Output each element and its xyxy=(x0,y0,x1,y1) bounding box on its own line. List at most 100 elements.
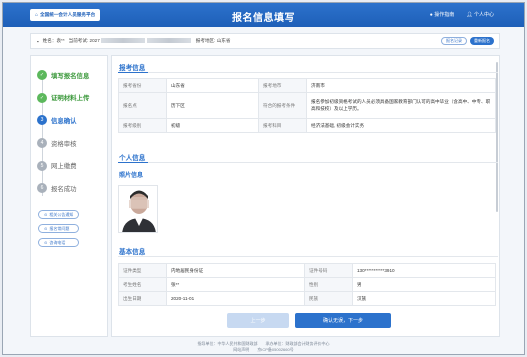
cell-value: 报名参加初级资格考试的人员必须具备国家教育部门认可的高中毕业（含高中、中专、职高… xyxy=(306,92,496,119)
step-number: 4 xyxy=(37,138,47,149)
cell-value: 内地居民身份证 xyxy=(166,263,305,278)
check-icon: ✓ xyxy=(37,70,47,81)
link-icon: ⊙ xyxy=(44,212,48,217)
cell-value: 经济法基础, 初级会计实务 xyxy=(306,118,496,133)
person-icon xyxy=(119,186,157,232)
cell-key: 符合的报考条件 xyxy=(258,92,307,119)
link-icon: ⊙ xyxy=(44,226,48,231)
notice-link[interactable]: ⊙ 相关公告通知 xyxy=(38,210,80,219)
user-icon: 👤︎ xyxy=(466,12,473,18)
phone-link[interactable]: ⊙ 咨询电话 xyxy=(38,238,80,247)
table-row: 报名点 历下区 符合的报考条件 报名参加初级资格考试的人员必须具备国家教育部门认… xyxy=(118,92,496,119)
cell-value: 历下区 xyxy=(166,92,259,119)
cell-key: 性别 xyxy=(304,277,353,292)
footer-line: 网站声明 京ICP备05002660号 xyxy=(233,347,294,352)
divider xyxy=(118,256,498,257)
reselect-button[interactable]: 重新报名 xyxy=(470,37,494,45)
notice-label: 相关公告通知 xyxy=(49,211,74,217)
cell-key: 报考省份 xyxy=(118,78,167,93)
table-row: 证件类型 内地居民身份证 证件号码 130***********3910 xyxy=(118,263,496,278)
check-icon: ✓ xyxy=(37,92,47,103)
cell-key: 报考科目 xyxy=(258,118,307,133)
step-confirm[interactable]: 3 信息确认 xyxy=(37,109,89,132)
cell-value: 130***********3910 xyxy=(352,263,496,278)
phone-label: 咨询电话 xyxy=(49,239,66,245)
cell-value: 男 xyxy=(352,277,496,292)
guide-label: 操作指南 xyxy=(434,12,455,18)
title-underline xyxy=(118,72,148,73)
cell-key: 考生姓名 xyxy=(118,277,167,292)
faq-label: 报名常问题 xyxy=(49,225,70,231)
personal-info-title: 个人信息 xyxy=(119,155,146,162)
exam-info-table: 报考省份 山东省 报考地市 济南市 报名点 历下区 符合的报考条件 报名参加初级… xyxy=(118,78,496,133)
user-icon-small: ▪ xyxy=(37,38,39,44)
candidate-info-bar: ▪ 姓名：袁** 当前考试: 2027 报考地区: 山东省 报名记录 重新报名 xyxy=(30,33,500,49)
step-label: 证明材料上传 xyxy=(51,95,90,103)
region-field: 报考地区: 山东省 xyxy=(195,38,231,43)
redacted-text xyxy=(100,38,145,44)
cell-key: 证件类型 xyxy=(118,263,167,278)
side-links: ⊙ 相关公告通知 ⊙ 报名常问题 ⊙ 咨询电话 xyxy=(38,210,80,247)
cell-value: 初级 xyxy=(166,118,259,133)
basic-info-table: 证件类型 内地居民身份证 证件号码 130***********3910 考生姓… xyxy=(118,263,496,306)
faq-link[interactable]: ⊙ 报名常问题 xyxy=(38,224,80,233)
table-row: 报考级别 初级 报考科目 经济法基础, 初级会计实务 xyxy=(118,118,496,133)
table-row: 报考省份 山东省 报考地市 济南市 xyxy=(118,78,496,93)
cell-value: 2020-11-01 xyxy=(166,291,305,306)
cell-key: 民族 xyxy=(304,291,353,306)
step-label: 填写报名信息 xyxy=(51,72,90,80)
name-label: 姓名： xyxy=(42,38,57,43)
applicant-photo xyxy=(118,185,158,233)
basic-info-title: 基本信息 xyxy=(119,249,146,256)
cell-key: 报考级别 xyxy=(118,118,167,133)
title-underline xyxy=(118,162,148,163)
step-label: 资格审核 xyxy=(51,140,77,148)
prev-button[interactable]: 上一步 xyxy=(227,313,289,328)
main-panel: 报考信息 报考省份 山东省 报考地市 济南市 报名点 历下区 符合的报考条件 报… xyxy=(111,55,500,337)
step-success: 6 报名成功 xyxy=(37,177,89,200)
step-label: 报名成功 xyxy=(51,185,77,193)
page-footer: 指导单位：中华人民共和国财政部 承办单位：财政部会计财务评价中心 网站声明 京I… xyxy=(3,341,524,353)
guide-icon: ● xyxy=(429,12,433,18)
step-list: ✓ 填写报名信息 ✓ 证明材料上传 3 信息确认 4 资格审核 5 网上缴费 6… xyxy=(37,64,89,200)
divider xyxy=(118,162,498,163)
user-center-link[interactable]: 👤︎ 个人中心 xyxy=(466,11,494,18)
step-label: 网上缴费 xyxy=(51,163,77,171)
cell-value: 汉族 xyxy=(352,291,496,306)
scrollbar[interactable] xyxy=(496,62,498,212)
history-label: 报名记录 xyxy=(446,38,462,43)
exam-label: 当前考试: 2027 xyxy=(68,38,100,43)
cell-key: 报考地市 xyxy=(258,78,307,93)
step-upload[interactable]: ✓ 证明材料上传 xyxy=(37,87,89,110)
step-number: 5 xyxy=(37,160,47,171)
name-field: 姓名：袁** xyxy=(43,38,65,44)
step-number: 6 xyxy=(37,183,47,194)
step-sidebar: ✓ 填写报名信息 ✓ 证明材料上传 3 信息确认 4 资格审核 5 网上缴费 6… xyxy=(30,55,108,337)
guide-link[interactable]: ● 操作指南 xyxy=(430,11,454,18)
cell-key: 证件号码 xyxy=(304,263,353,278)
cell-value: 济南市 xyxy=(306,78,496,93)
name-value: 袁** xyxy=(56,38,65,43)
next-button[interactable]: 确认无误，下一步 xyxy=(295,313,391,328)
reselect-label: 重新报名 xyxy=(474,38,490,43)
app-window: ⌂ 全国统一会计人员服务平台 报名信息填写 ● 操作指南 👤︎ 个人中心 ▪ 姓… xyxy=(2,2,525,355)
step-number: 3 xyxy=(37,115,47,126)
redacted-text xyxy=(146,38,191,44)
exam-field: 当前考试: 2027 xyxy=(69,38,192,44)
step-fill-info[interactable]: ✓ 填写报名信息 xyxy=(37,64,89,87)
table-row: 考生姓名 张** 性别 男 xyxy=(118,277,496,292)
history-button[interactable]: 报名记录 xyxy=(441,37,467,45)
step-payment: 5 网上缴费 xyxy=(37,154,89,177)
table-row: 出生日期 2020-11-01 民族 汉族 xyxy=(118,291,496,306)
cell-value: 张** xyxy=(166,277,305,292)
user-center-label: 个人中心 xyxy=(473,12,494,18)
top-header: ⌂ 全国统一会计人员服务平台 报名信息填写 ● 操作指南 👤︎ 个人中心 xyxy=(3,3,524,27)
photo-title: 照片信息 xyxy=(119,173,144,179)
phone-icon: ⊙ xyxy=(44,240,48,245)
cell-key: 出生日期 xyxy=(118,291,167,306)
cell-value: 山东省 xyxy=(166,78,259,93)
divider xyxy=(118,72,498,73)
step-label: 信息确认 xyxy=(51,117,77,125)
exam-info-title: 报考信息 xyxy=(119,65,146,72)
cell-key: 报名点 xyxy=(118,92,167,119)
